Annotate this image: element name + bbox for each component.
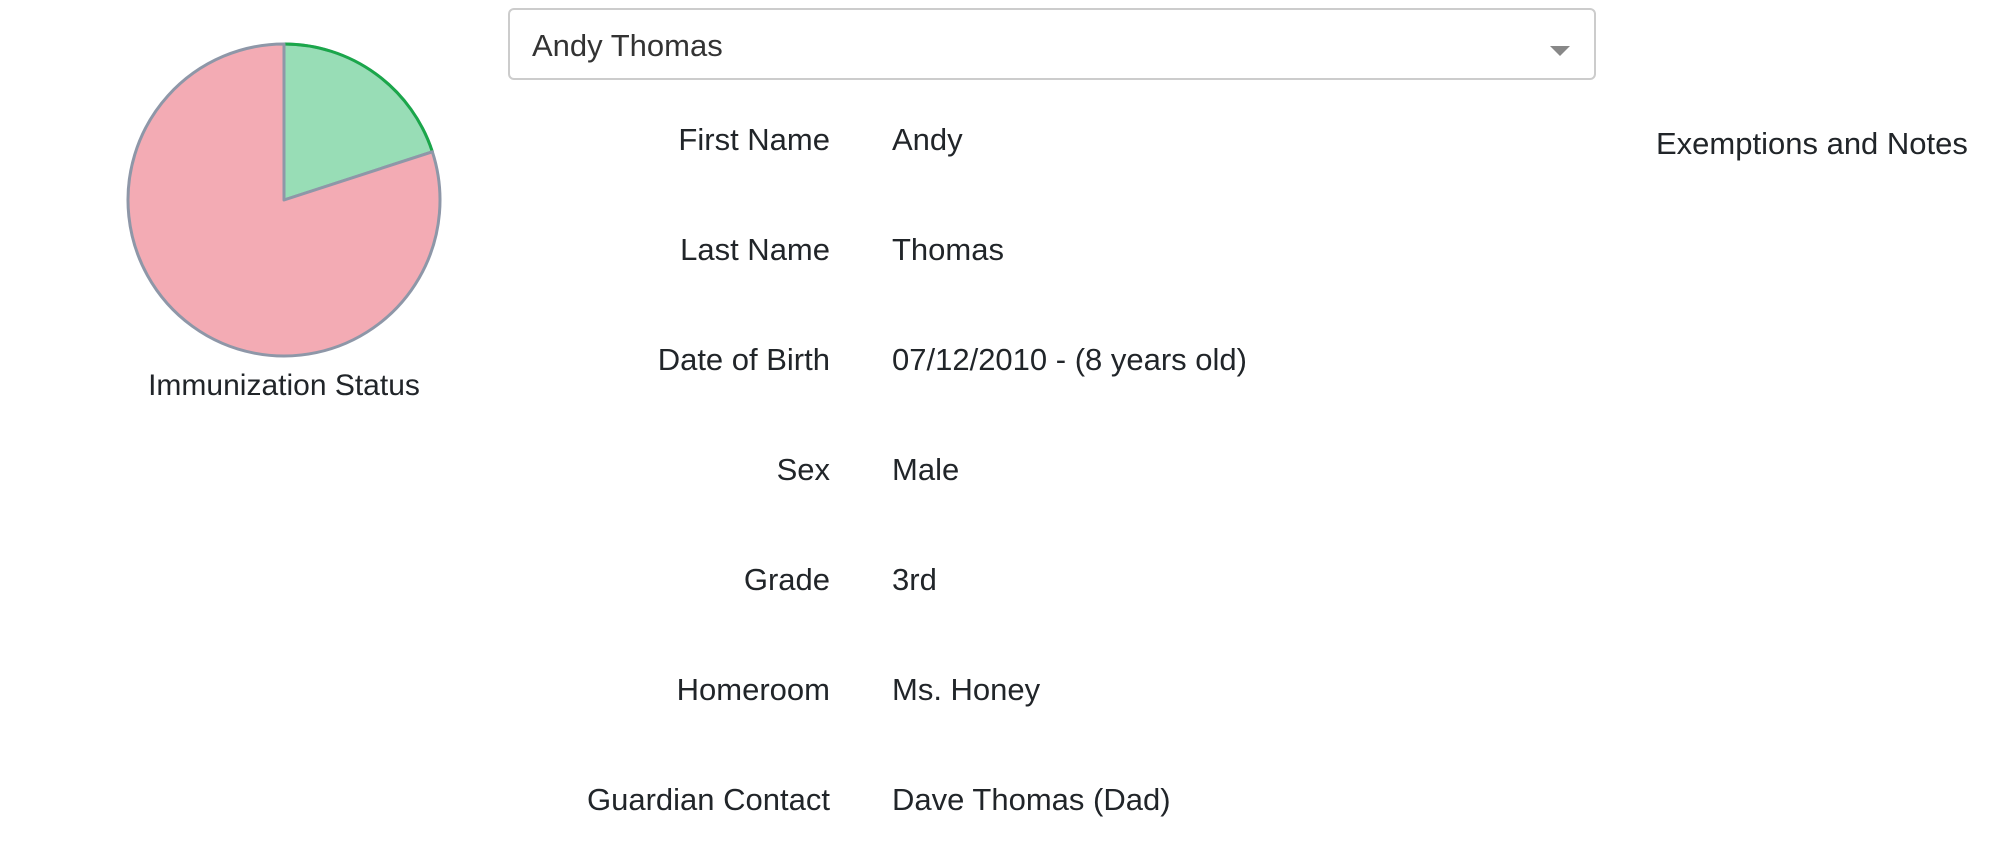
detail-label: Grade xyxy=(743,562,830,597)
detail-label: Guardian Contact xyxy=(587,782,830,817)
student-select-value: Andy Thomas xyxy=(532,28,723,63)
detail-value: 07/12/2010 - (8 years old) xyxy=(892,342,1247,377)
detail-row-first-name: First Name Andy xyxy=(508,120,1408,160)
pie-svg xyxy=(126,42,442,358)
detail-value: 3rd xyxy=(892,562,937,597)
detail-value: Thomas xyxy=(892,232,1004,267)
detail-row-last-name: Last Name Thomas xyxy=(508,230,1408,270)
detail-label: Date of Birth xyxy=(657,342,830,377)
detail-row-date-of-birth: Date of Birth 07/12/2010 - (8 years old) xyxy=(508,340,1408,380)
detail-value: Andy xyxy=(892,122,963,157)
detail-row-grade: Grade 3rd xyxy=(508,560,1408,600)
detail-row-homeroom: Homeroom Ms. Honey xyxy=(508,670,1408,710)
detail-label: Last Name xyxy=(680,232,830,267)
detail-value: Ms. Honey xyxy=(892,672,1041,707)
detail-value: Male xyxy=(892,452,960,487)
detail-label: First Name xyxy=(678,122,830,157)
detail-value: Dave Thomas (Dad) xyxy=(892,782,1171,817)
student-select-dropdown[interactable]: Andy Thomas xyxy=(508,8,1596,80)
exemptions-and-notes-heading: Exemptions and Notes xyxy=(1656,126,1968,161)
detail-label: Sex xyxy=(776,452,830,487)
immunization-status-caption: Immunization Status xyxy=(148,369,420,402)
immunization-pie-chart xyxy=(124,40,444,360)
detail-row-guardian-contact: Guardian Contact Dave Thomas (Dad) xyxy=(508,780,1408,820)
detail-row-sex: Sex Male xyxy=(508,450,1408,490)
detail-label: Homeroom xyxy=(676,672,830,707)
chevron-down-icon[interactable] xyxy=(1550,46,1570,56)
